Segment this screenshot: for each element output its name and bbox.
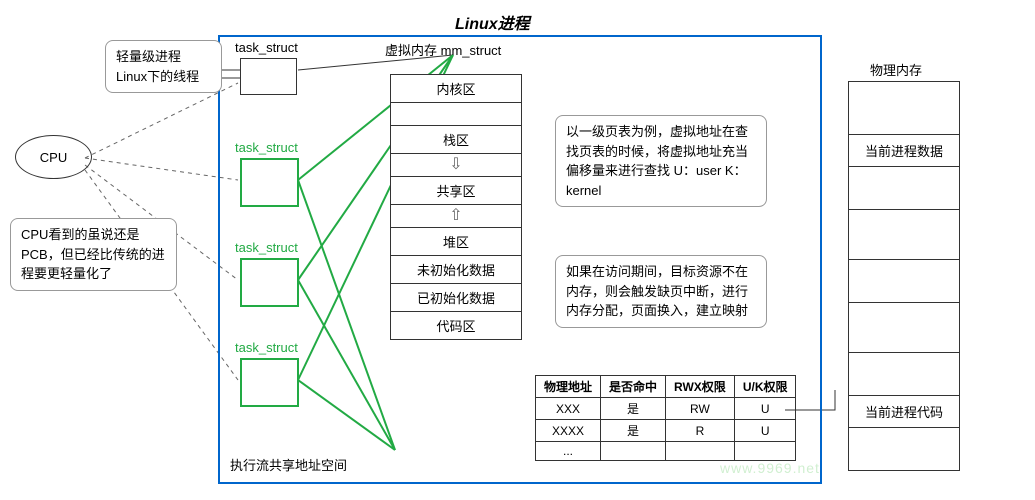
pt-row: ... — [536, 442, 796, 461]
phys-seg — [848, 427, 960, 471]
phys-seg — [848, 352, 960, 396]
bubble-fault: 如果在访问期间，目标资源不在内存，则会触发缺页中断，进行内存分配，页面换入，建立… — [555, 255, 767, 328]
mm-region-heap: 堆区 — [390, 227, 522, 256]
phys-data-seg: 当前进程数据 — [848, 134, 960, 167]
pt-row: XXX是RWU — [536, 398, 796, 420]
task-struct-box-0 — [240, 58, 297, 95]
cpu-label: CPU — [40, 150, 67, 165]
pt-h0: 物理地址 — [536, 376, 601, 398]
task-struct-label-3: task_struct — [235, 340, 298, 355]
mm-region-data: 已初始化数据 — [390, 283, 522, 312]
page-table-header-row: 物理地址 是否命中 RWX权限 U/K权限 — [536, 376, 796, 398]
mm-arrow-down — [390, 153, 522, 177]
phys-seg — [848, 81, 960, 135]
bubble-pte-text: 以一级页表为例，虚拟地址在查找页表的时候，将虚拟地址充当偏移量来进行查找 U：u… — [566, 124, 748, 198]
phys-seg — [848, 259, 960, 303]
mm-gap — [390, 102, 522, 126]
pt-h3: U/K权限 — [734, 376, 796, 398]
bubble-pte: 以一级页表为例，虚拟地址在查找页表的时候，将虚拟地址充当偏移量来进行查找 U：u… — [555, 115, 767, 207]
mm-struct-label: 虚拟内存 mm_struct — [385, 40, 501, 59]
diagram-canvas: Linux进程 轻量级进程 Linux下的线程 CPU CPU看到的虽说还是PC… — [0, 0, 1035, 500]
mm-arrow-up — [390, 204, 522, 228]
task-struct-box-3 — [240, 358, 299, 407]
task-struct-box-1 — [240, 158, 299, 207]
diagram-title: Linux进程 — [455, 10, 530, 34]
mm-region-stack: 栈区 — [390, 125, 522, 154]
bubble-fault-text: 如果在访问期间，目标资源不在内存，则会触发缺页中断，进行内存分配，页面换入，建立… — [566, 264, 748, 318]
pt-row: XXXX是RU — [536, 420, 796, 442]
bubble-cpu: CPU看到的虽说还是PCB，但已经比传统的进程要更轻量化了 — [10, 218, 177, 291]
bubble-lwp-text: 轻量级进程 Linux下的线程 — [116, 49, 199, 84]
task-struct-label-0: task_struct — [235, 40, 298, 55]
phys-code-seg: 当前进程代码 — [848, 395, 960, 428]
cpu-ellipse: CPU — [15, 135, 92, 179]
pt-h2: RWX权限 — [666, 376, 735, 398]
bubble-cpu-text: CPU看到的虽说还是PCB，但已经比传统的进程要更轻量化了 — [21, 227, 165, 281]
mm-region-bss: 未初始化数据 — [390, 255, 522, 284]
task-struct-box-2 — [240, 258, 299, 307]
pt-h1: 是否命中 — [601, 376, 666, 398]
phys-mem-column: 当前进程数据 当前进程代码 — [848, 82, 960, 471]
watermark: www.9969.net — [720, 460, 820, 476]
exec-shared-label: 执行流共享地址空间 — [230, 455, 347, 474]
phys-mem-label: 物理内存 — [870, 60, 922, 79]
task-struct-label-1: task_struct — [235, 140, 298, 155]
phys-gap — [848, 303, 960, 353]
task-struct-label-2: task_struct — [235, 240, 298, 255]
phys-seg — [848, 166, 960, 210]
mm-region-shared: 共享区 — [390, 176, 522, 205]
mm-region-kernel: 内核区 — [390, 74, 522, 103]
mm-region-text: 代码区 — [390, 311, 522, 340]
page-table: 物理地址 是否命中 RWX权限 U/K权限 XXX是RWU XXXX是RU ..… — [535, 375, 796, 461]
phys-gap — [848, 210, 960, 260]
bubble-lwp: 轻量级进程 Linux下的线程 — [105, 40, 222, 93]
mm-region-column: 内核区 栈区 共享区 堆区 未初始化数据 已初始化数据 代码区 — [390, 75, 522, 340]
